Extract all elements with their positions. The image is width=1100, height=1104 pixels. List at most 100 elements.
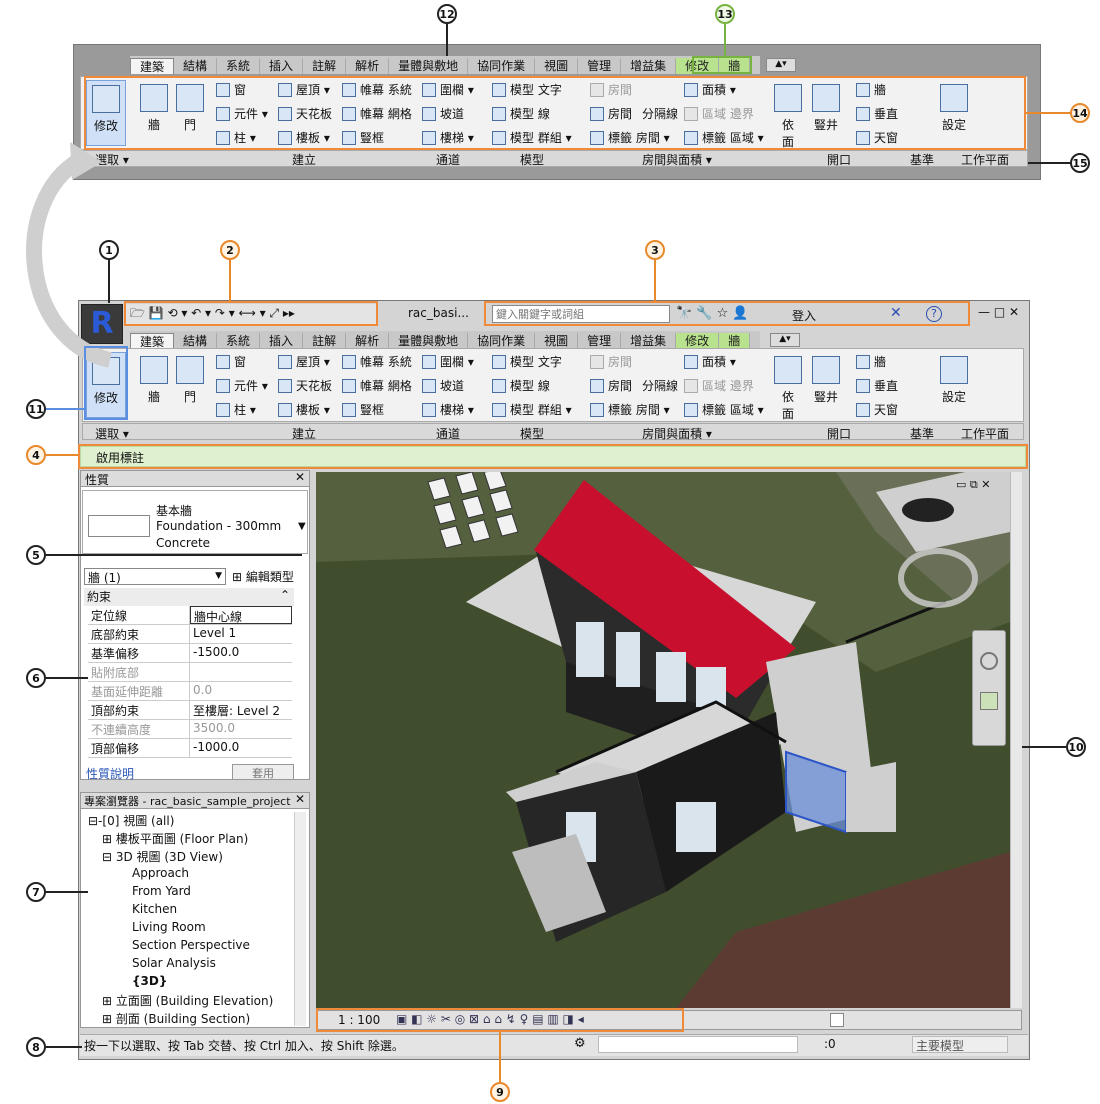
- tab-9[interactable]: 管理: [578, 58, 622, 74]
- panel-label-datum[interactable]: 基準: [906, 151, 938, 168]
- opening-wall-button[interactable]: 牆: [856, 81, 886, 98]
- tab-11[interactable]: 修改: [676, 333, 720, 349]
- tab-11[interactable]: 修改: [676, 58, 720, 74]
- curtain-system-button[interactable]: 帷幕 系統: [342, 353, 412, 370]
- tab-7[interactable]: 協同作業: [468, 333, 536, 349]
- property-value[interactable]: 至樓層: Level 2: [190, 701, 292, 719]
- browser-item[interactable]: From Yard: [88, 884, 293, 902]
- tab-10[interactable]: 增益集: [621, 58, 677, 74]
- property-value[interactable]: -1500.0: [190, 644, 292, 662]
- constraints-header[interactable]: 約束 ⌃: [84, 588, 294, 606]
- type-dropdown-arrow[interactable]: ▼: [298, 521, 306, 532]
- stair-button[interactable]: 樓梯 ▾: [422, 401, 474, 418]
- instance-filter[interactable]: 牆 (1) ▼: [84, 568, 226, 585]
- property-value[interactable]: 牆中心線: [190, 606, 292, 624]
- tag-area-button[interactable]: 標籤 區域 ▾: [684, 129, 764, 146]
- area-boundary-button[interactable]: 區域 邊界: [684, 377, 754, 394]
- property-value[interactable]: 3500.0: [190, 720, 292, 738]
- view-window-controls[interactable]: ▭ ⧉ ✕: [956, 478, 990, 492]
- browser-item[interactable]: ⊞ 立面圖 (Building Elevation): [88, 992, 293, 1010]
- tab-1[interactable]: 結構: [174, 333, 218, 349]
- tab-10[interactable]: 增益集: [621, 333, 677, 349]
- area-button[interactable]: 面積 ▾: [684, 353, 736, 370]
- panel-label-select[interactable]: 選取 ▾: [82, 425, 142, 442]
- dormer-button[interactable]: 天窗: [856, 401, 898, 418]
- viewcube[interactable]: [898, 548, 978, 608]
- tab-4[interactable]: 註解: [303, 333, 347, 349]
- tab-2[interactable]: 系統: [217, 58, 261, 74]
- panel-label-opening[interactable]: 開口: [774, 425, 904, 442]
- panel-label-model[interactable]: 模型: [482, 425, 582, 442]
- by-face-button[interactable]: 依 面: [768, 80, 808, 150]
- window-controls[interactable]: — □ ✕: [978, 305, 1019, 319]
- tab-3[interactable]: 插入: [260, 333, 304, 349]
- close-icon[interactable]: ✕: [295, 470, 305, 484]
- panel-label-opening[interactable]: 開口: [774, 151, 904, 168]
- panel-label-circulation[interactable]: 通道: [416, 425, 480, 442]
- drawing-scrollbar-vertical[interactable]: [1010, 472, 1022, 1008]
- curtain-grid-button[interactable]: 帷幕 網格: [342, 377, 412, 394]
- properties-help-link[interactable]: 性質說明: [86, 765, 134, 782]
- tab-8[interactable]: 視圖: [535, 333, 579, 349]
- property-value[interactable]: 0.0: [190, 682, 292, 700]
- tab-0[interactable]: 建築: [130, 58, 175, 74]
- worksets-field[interactable]: [598, 1036, 798, 1053]
- options-bar-label[interactable]: 啟用標註: [96, 449, 144, 466]
- roof-button[interactable]: 屋頂 ▾: [278, 81, 330, 98]
- model-line-button[interactable]: 模型 線: [492, 377, 550, 394]
- tab-6[interactable]: 量體與敷地: [389, 333, 469, 349]
- browser-item[interactable]: Section Perspective: [88, 938, 293, 956]
- wall-button[interactable]: 牆: [134, 352, 174, 405]
- browser-scrollbar[interactable]: [294, 812, 306, 1026]
- design-option[interactable]: 主要模型: [912, 1036, 1008, 1053]
- search-input[interactable]: [492, 305, 670, 323]
- property-row[interactable]: 頂部偏移 -1000.0: [88, 739, 292, 758]
- navigation-bar[interactable]: [972, 630, 1006, 746]
- browser-item[interactable]: Living Room: [88, 920, 293, 938]
- roof-button[interactable]: 屋頂 ▾: [278, 353, 330, 370]
- tab-strip-extra-main[interactable]: ▲▾: [770, 333, 800, 347]
- opening-wall-button[interactable]: 牆: [856, 353, 886, 370]
- panel-label-workplane[interactable]: 工作平面: [942, 151, 1028, 168]
- tab-2[interactable]: 系統: [217, 333, 261, 349]
- browser-item[interactable]: Approach: [88, 866, 293, 884]
- browser-item[interactable]: ⊞ 剖面 (Building Section): [88, 1010, 293, 1028]
- edit-type-button[interactable]: ⊞ 編輯類型: [232, 568, 294, 585]
- properties-title-bar[interactable]: [80, 470, 310, 487]
- browser-item[interactable]: ⊟-[0] 視圖 (all): [88, 812, 293, 830]
- property-row[interactable]: 基面延伸距離 0.0: [88, 682, 292, 701]
- tab-5[interactable]: 解析: [346, 58, 390, 74]
- panel-label-build[interactable]: 建立: [214, 151, 394, 168]
- model-line-button[interactable]: 模型 線: [492, 105, 550, 122]
- tab-4[interactable]: 註解: [303, 58, 347, 74]
- tag-room-button[interactable]: 標籤 房間 ▾: [590, 129, 670, 146]
- property-row[interactable]: 貼附底部: [88, 663, 292, 682]
- view-scale[interactable]: 1 : 100: [338, 1013, 380, 1027]
- ceiling-button[interactable]: 天花板: [278, 377, 332, 394]
- browser-item[interactable]: Solar Analysis: [88, 956, 293, 974]
- browser-item[interactable]: Kitchen: [88, 902, 293, 920]
- room-button[interactable]: 房間: [590, 377, 632, 394]
- ramp-button[interactable]: 坡道: [422, 377, 464, 394]
- tab-strip-extra[interactable]: ▲▾: [766, 58, 796, 72]
- dormer-button[interactable]: 天窗: [856, 129, 898, 146]
- shaft-button[interactable]: 豎井: [806, 352, 846, 405]
- stair-button[interactable]: 樓梯 ▾: [422, 129, 474, 146]
- info-center-icons[interactable]: 🔭 🔧 ☆ 👤: [676, 306, 749, 321]
- set-workplane-button[interactable]: 設定: [934, 352, 974, 405]
- steering-wheel-icon[interactable]: [980, 652, 998, 670]
- tab-9[interactable]: 管理: [578, 333, 622, 349]
- panel-label-workplane[interactable]: 工作平面: [942, 425, 1028, 442]
- wall-button[interactable]: 牆: [134, 80, 174, 133]
- modify-button[interactable]: 修改: [86, 80, 126, 146]
- browser-item[interactable]: ⊞ 樓板平面圖 (Floor Plan): [88, 830, 293, 848]
- tab-3[interactable]: 插入: [260, 58, 304, 74]
- set-workplane-button[interactable]: 設定: [934, 80, 974, 133]
- view-control-icons[interactable]: ▣ ◧ ☼ ✂ ◎ ⊠ ⌂ ⌂ ↯ ♀ ▤ ▥ ◨ ◂: [396, 1012, 584, 1026]
- panel-label-build[interactable]: 建立: [214, 425, 394, 442]
- panel-label-datum[interactable]: 基準: [906, 425, 938, 442]
- column-button[interactable]: 柱 ▾: [216, 129, 256, 146]
- window-button[interactable]: 窗: [216, 81, 246, 98]
- room-button-dim[interactable]: 房間: [590, 81, 632, 98]
- tag-area-button[interactable]: 標籤 區域 ▾: [684, 401, 764, 418]
